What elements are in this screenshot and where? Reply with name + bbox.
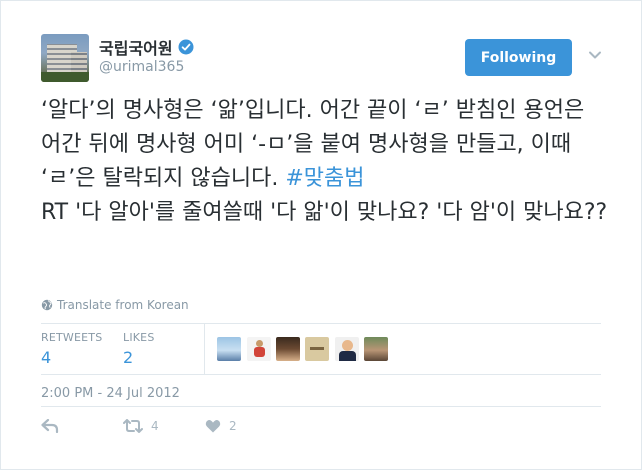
retweets-stat[interactable]: RETWEETS 4 (41, 331, 102, 367)
chevron-down-icon[interactable] (587, 47, 603, 63)
avatar-trees (41, 72, 89, 82)
tweet-actions: 4 2 (41, 406, 601, 447)
liker-avatar[interactable] (247, 337, 271, 361)
like-count: 2 (229, 419, 237, 433)
reply-icon (41, 419, 59, 433)
liker-avatar[interactable] (364, 337, 388, 361)
tweet-rt-text: RT '다 알아'를 줄여쓸때 '다 앎'이 맞나요? '다 암'이 맞나요?? (41, 200, 608, 225)
likes-label: LIKES (123, 331, 155, 344)
heart-icon (205, 420, 221, 433)
liker-avatar[interactable] (335, 337, 359, 361)
reply-button[interactable] (41, 419, 67, 433)
retweet-button[interactable]: 4 (123, 419, 159, 433)
liker-avatar[interactable] (217, 337, 241, 361)
tweet-stats: RETWEETS 4 LIKES 2 (41, 323, 601, 375)
translate-label: Translate from Korean (57, 298, 189, 312)
translate-link[interactable]: Translate from Korean (41, 298, 189, 312)
name-row: 국립국어원 (99, 35, 194, 59)
likes-stat[interactable]: LIKES 2 (123, 331, 155, 367)
tweet-timestamp[interactable]: 2:00 PM - 24 Jul 2012 (41, 386, 180, 401)
user-handle[interactable]: @urimal365 (99, 59, 184, 75)
tweet-text: ‘알다’의 명사형은 ‘앎’입니다. 어간 끝이 ‘ㄹ’ 받침인 용언은 어간 … (41, 94, 611, 230)
retweet-icon (123, 419, 143, 433)
like-button[interactable]: 2 (205, 419, 237, 433)
liker-avatar[interactable] (276, 337, 300, 361)
following-button[interactable]: Following (465, 39, 572, 76)
retweets-value: 4 (41, 348, 52, 367)
globe-icon (41, 299, 53, 311)
tweet-card: 국립국어원 @urimal365 Following ‘알다’의 명사형은 ‘앎… (0, 0, 642, 470)
profile-avatar[interactable] (41, 34, 89, 82)
liker-avatar[interactable] (305, 337, 329, 361)
likes-value: 2 (123, 348, 134, 367)
retweet-count: 4 (151, 419, 159, 433)
display-name[interactable]: 국립국어원 (99, 35, 173, 59)
hashtag-link[interactable]: #맞춤법 (285, 166, 364, 191)
stats-divider (204, 324, 205, 374)
verified-badge-icon (178, 39, 194, 55)
retweets-label: RETWEETS (41, 331, 103, 344)
